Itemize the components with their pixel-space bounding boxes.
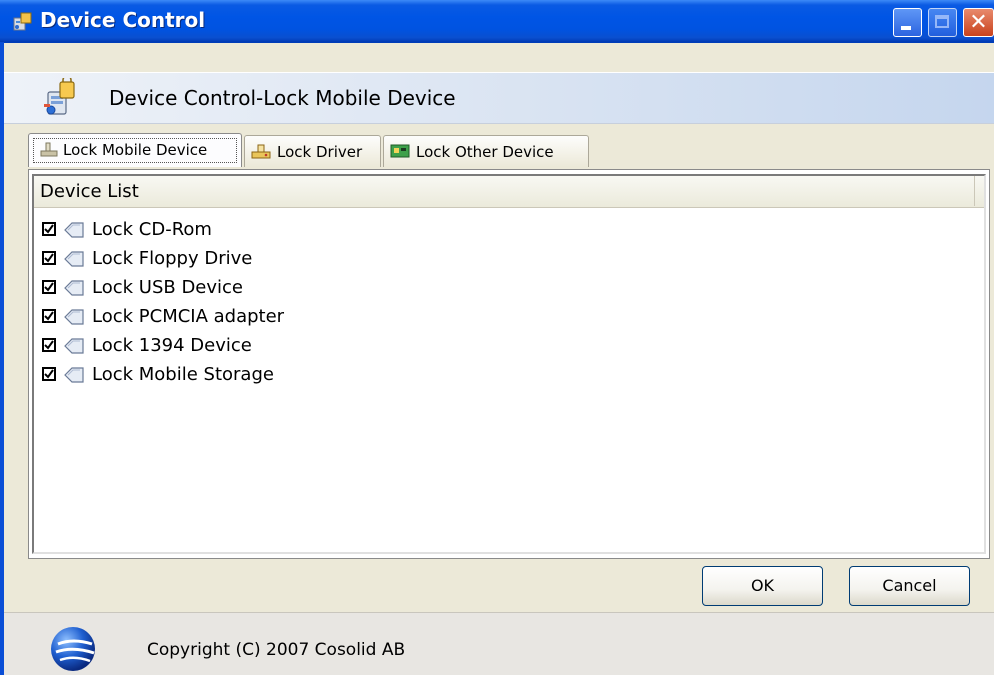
checkmark-icon (44, 282, 54, 292)
window-title: Device Control (40, 8, 206, 32)
device-icon (64, 222, 84, 238)
column-header-label: Device List (40, 181, 139, 202)
checkmark-icon (44, 224, 54, 234)
list-item-label: Lock 1394 Device (92, 335, 252, 356)
device-icon (64, 338, 84, 354)
cancel-button[interactable]: Cancel (849, 566, 970, 606)
list-item-label: Lock USB Device (92, 277, 243, 298)
tab-lock-other-device[interactable]: Lock Other Device (383, 135, 589, 167)
device-icon (64, 309, 84, 325)
circuit-board-icon (390, 144, 410, 158)
list-item-label: Lock CD-Rom (92, 219, 212, 240)
close-button[interactable]: ✕ (963, 8, 994, 37)
checkbox[interactable] (42, 367, 56, 381)
checkmark-icon (44, 369, 54, 379)
checkmark-icon (44, 340, 54, 350)
minimize-icon (901, 26, 911, 30)
list-header: Device List (34, 176, 984, 208)
maximize-button[interactable] (928, 8, 957, 37)
checkbox[interactable] (42, 309, 56, 323)
checkbox[interactable] (42, 251, 56, 265)
tab-panel: Device List Lock CD-Rom Lock Floppy Drive… (28, 169, 990, 559)
list-item-label: Lock Mobile Storage (92, 364, 274, 385)
close-icon: ✕ (969, 10, 988, 35)
ok-button[interactable]: OK (702, 566, 823, 606)
header-band: Device Control-Lock Mobile Device (4, 72, 994, 124)
checkmark-icon (44, 253, 54, 263)
column-header-device-list[interactable]: Device List (34, 176, 975, 206)
drive-icon (251, 144, 271, 159)
device-icon (64, 251, 84, 267)
checkmark-icon (44, 311, 54, 321)
title-bar[interactable]: Device Control ✕ (0, 0, 994, 43)
window-border (0, 42, 4, 675)
minimize-button[interactable] (893, 8, 922, 37)
maximize-icon (935, 15, 949, 28)
footer: Copyright (C) 2007 Cosolid AB (4, 612, 994, 675)
tab-label: Lock Mobile Device (63, 141, 208, 159)
tab-lock-driver[interactable]: Lock Driver (244, 135, 381, 167)
checkbox[interactable] (42, 338, 56, 352)
checkbox[interactable] (42, 222, 56, 236)
cosolid-logo-icon (51, 627, 95, 671)
usb-drive-icon (40, 142, 58, 157)
device-control-icon (44, 78, 75, 115)
tab-label: Lock Other Device (416, 143, 554, 161)
copyright-text: Copyright (C) 2007 Cosolid AB (147, 640, 406, 660)
device-icon (64, 367, 84, 383)
list-item-label: Lock Floppy Drive (92, 248, 253, 269)
checkbox[interactable] (42, 280, 56, 294)
device-icon (64, 280, 84, 296)
app-icon (13, 12, 32, 31)
device-list[interactable]: Device List Lock CD-Rom Lock Floppy Drive… (32, 174, 986, 554)
device-control-window: Device Control ✕ Device Control-Lock Mob… (0, 0, 994, 675)
header-title: Device Control-Lock Mobile Device (109, 86, 456, 110)
list-item-label: Lock PCMCIA adapter (92, 306, 285, 327)
tab-label: Lock Driver (277, 143, 363, 161)
tab-lock-mobile-device[interactable]: Lock Mobile Device (28, 133, 242, 167)
